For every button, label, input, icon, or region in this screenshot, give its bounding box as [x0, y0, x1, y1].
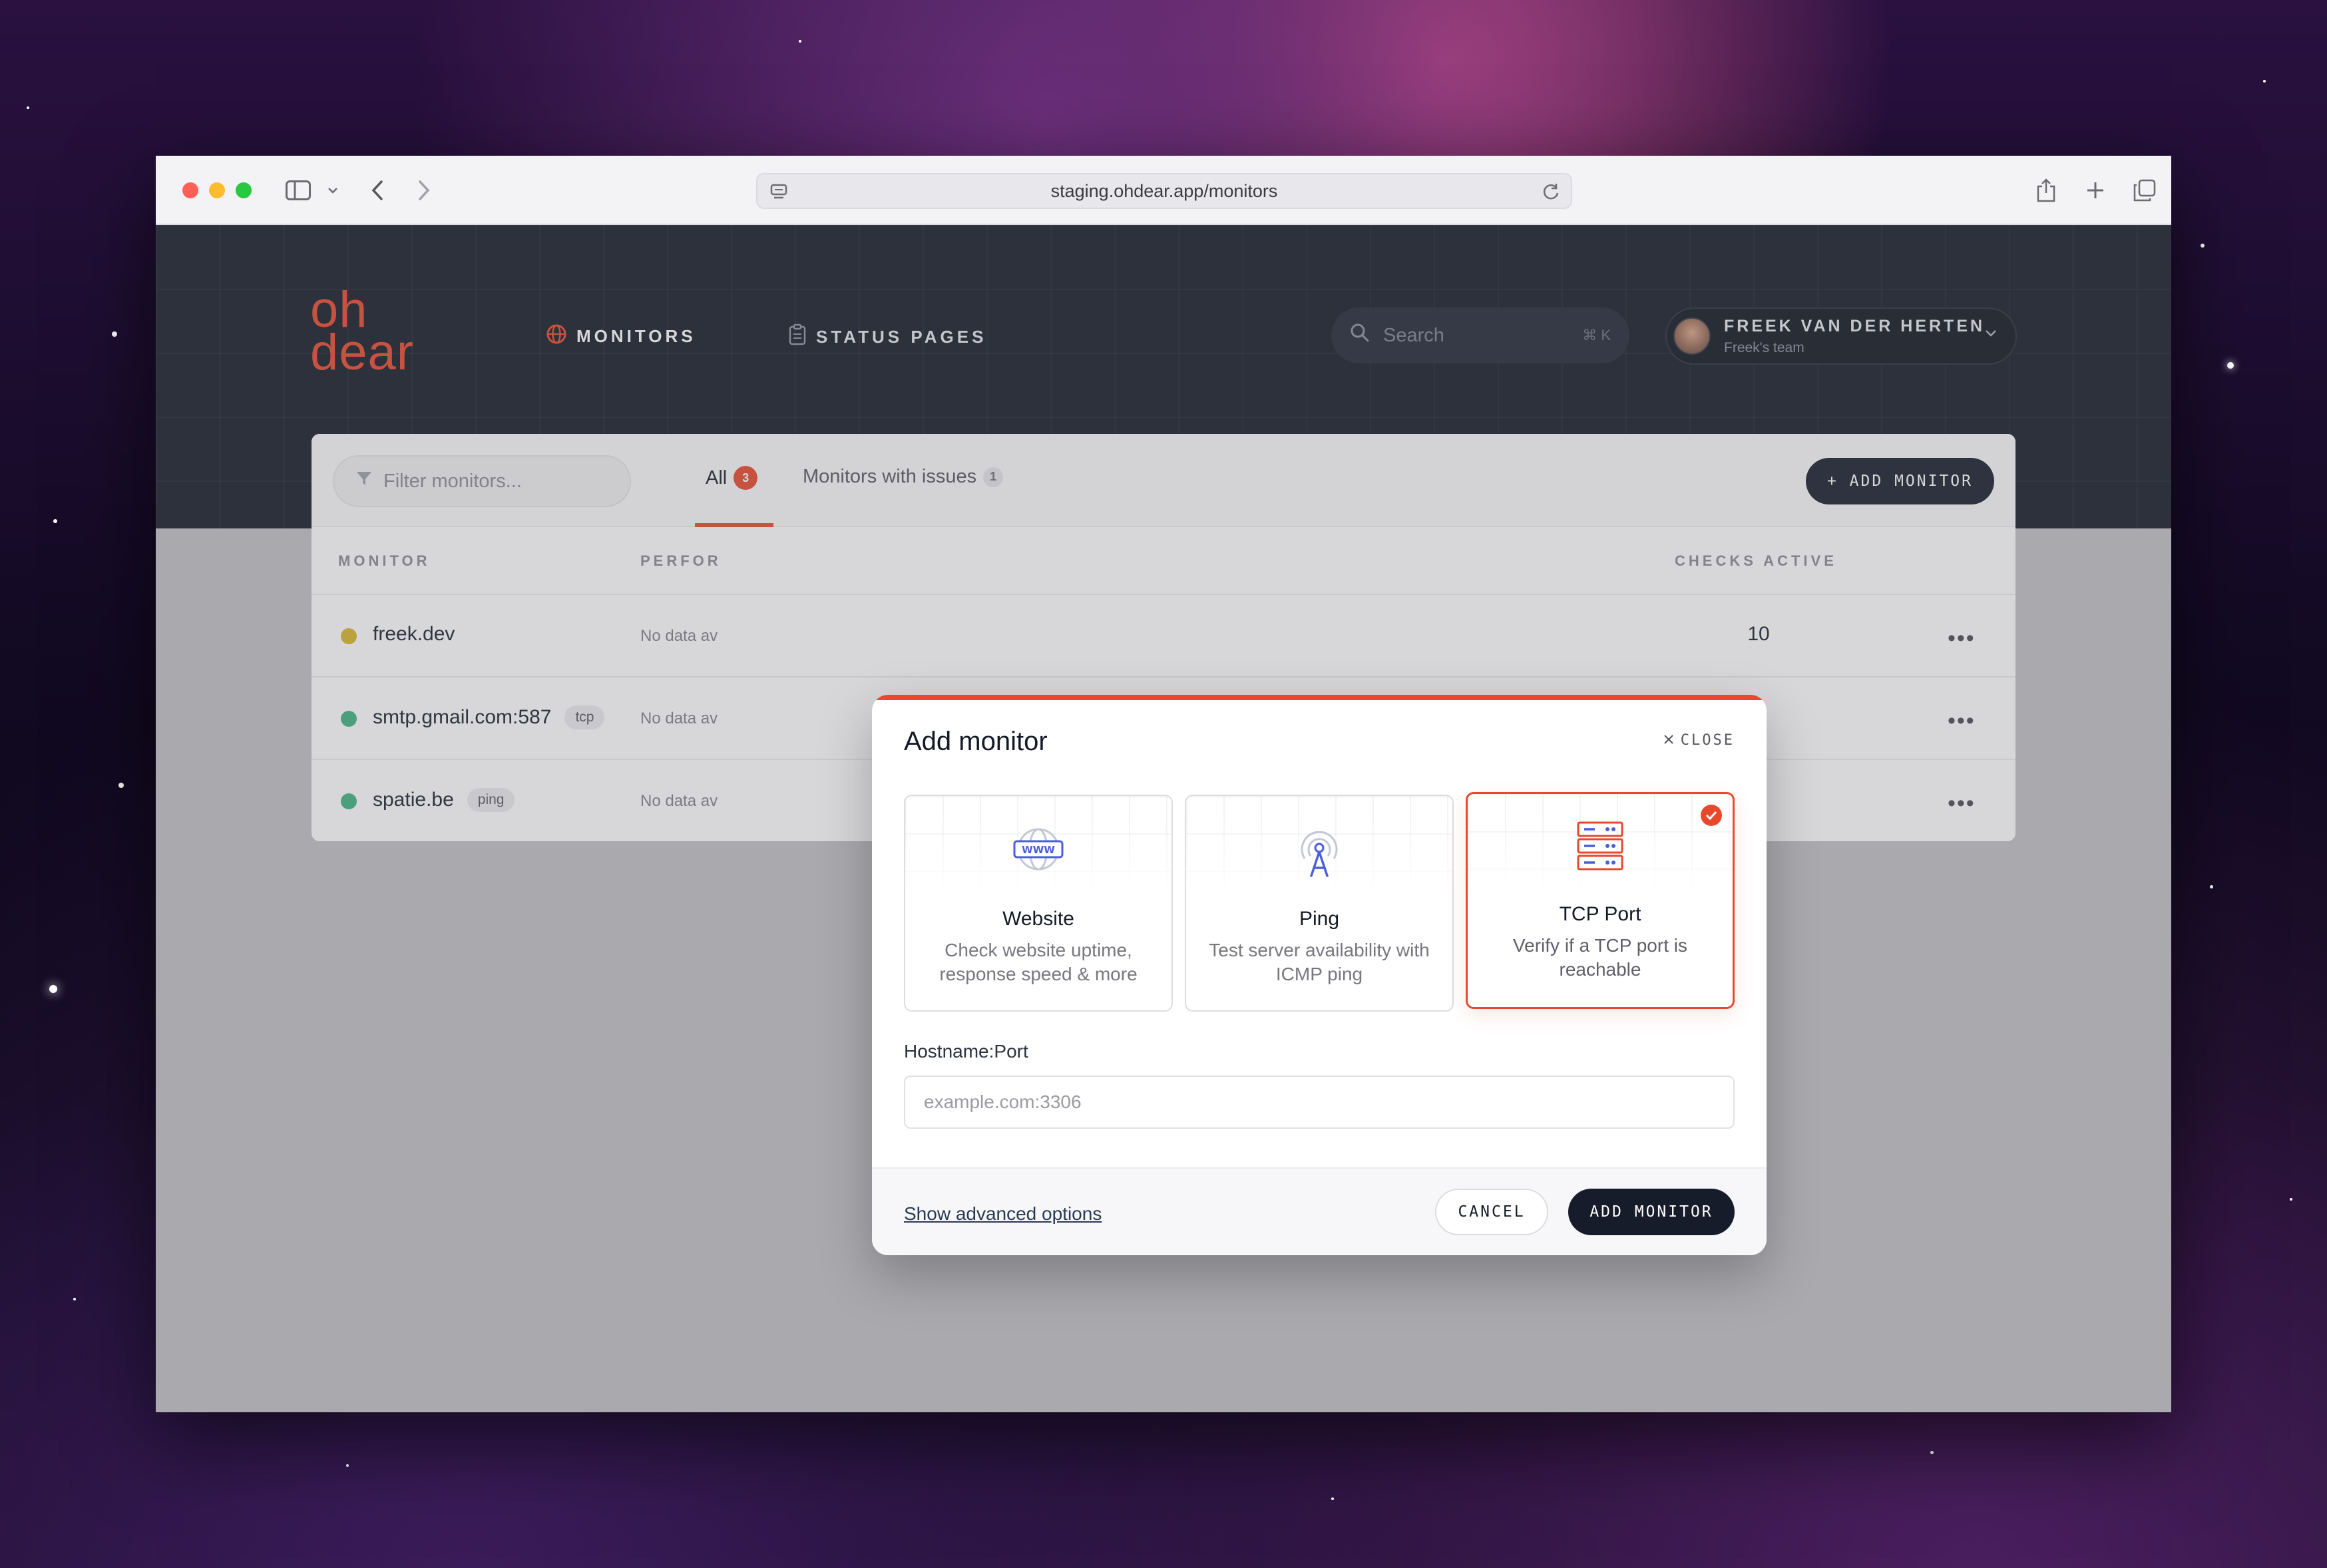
modal-title: Add monitor [904, 727, 1048, 756]
modal-accent-bar [872, 695, 1767, 700]
option-ping-title: Ping [1299, 908, 1340, 930]
show-advanced-options-link[interactable]: Show advanced options [904, 1203, 1102, 1225]
tab-issues-label: Monitors with issues [803, 466, 977, 487]
performance-value: No data av [640, 627, 718, 645]
tab-overview-icon[interactable] [2131, 173, 2158, 208]
monitor-type-tag: ping [467, 788, 515, 812]
nav-monitors-label: MONITORS [576, 326, 696, 346]
search-icon [1350, 323, 1370, 348]
more-options-icon[interactable]: ••• [1948, 791, 1976, 817]
avatar [1673, 317, 1711, 355]
option-tcp-title: TCP Port [1559, 903, 1641, 925]
nav-status-pages-label: STATUS PAGES [816, 327, 987, 347]
hostname-port-input[interactable] [904, 1076, 1735, 1129]
close-window-button[interactable] [182, 182, 198, 198]
server-icon [1576, 821, 1624, 875]
reload-icon[interactable] [1540, 181, 1562, 207]
search-placeholder: Search [1383, 324, 1444, 346]
share-icon[interactable] [2033, 173, 2059, 208]
www-icon: WWW [1012, 825, 1065, 877]
column-checks-active[interactable]: CHECKS ACTIVE [1675, 552, 1837, 570]
performance-value: No data av [640, 709, 718, 727]
search-shortcut: ⌘ K [1582, 327, 1611, 343]
nav-status-pages[interactable]: STATUS PAGES [788, 323, 986, 351]
filter-placeholder: Filter monitors... [383, 470, 522, 492]
monitor-name[interactable]: smtp.gmail.com:587 [373, 706, 551, 729]
sidebar-toggle-icon[interactable] [284, 173, 313, 208]
submit-add-monitor-button[interactable]: ADD MONITOR [1568, 1189, 1735, 1235]
site-settings-icon[interactable] [769, 182, 788, 206]
logo-line-2: dear [310, 324, 415, 381]
status-dot [341, 793, 357, 809]
filter-icon [355, 470, 373, 492]
modal-footer: Show advanced options CANCEL ADD MONITOR [872, 1167, 1767, 1255]
monitor-name[interactable]: spatie.be [373, 789, 454, 811]
tab-issues-count: 1 [983, 467, 1004, 487]
option-ping-description: Test server availability with ICMP ping [1209, 940, 1430, 984]
active-tab-indicator [695, 523, 773, 527]
tab-all-count: 3 [734, 466, 758, 490]
option-website-description: Check website uptime, response speed & m… [939, 940, 1138, 984]
browser-toolbar: staging.ohdear.app/monitors [156, 156, 2171, 225]
address-bar[interactable]: staging.ohdear.app/monitors [756, 173, 1572, 209]
tab-all[interactable]: All 3 [706, 466, 758, 490]
option-website-title: Website [1002, 908, 1074, 930]
option-tcp-description: Verify if a TCP port is reachable [1513, 935, 1687, 980]
user-menu[interactable]: FREEK VAN DER HERTEN Freek's team [1665, 307, 2017, 365]
add-monitor-modal: Add monitor CLOSE WWW Website Check webs… [872, 695, 1767, 1255]
nav-monitors[interactable]: MONITORS [546, 323, 696, 349]
monitor-type-tag: tcp [564, 705, 605, 729]
filter-input[interactable]: Filter monitors... [333, 455, 631, 507]
forward-icon[interactable] [414, 173, 434, 208]
hostname-port-label: Hostname:Port [904, 1041, 1028, 1062]
back-icon[interactable] [367, 173, 387, 208]
new-tab-icon[interactable] [2082, 173, 2109, 208]
search-box[interactable]: Search ⌘ K [1331, 307, 1629, 363]
ohdear-logo[interactable]: oh dear [310, 285, 415, 381]
monitor-name[interactable]: freek.dev [373, 623, 455, 646]
svg-text:WWW: WWW [1022, 844, 1055, 856]
option-website[interactable]: WWW Website Check website uptime, respon… [904, 795, 1173, 1012]
cancel-button[interactable]: CANCEL [1435, 1189, 1548, 1235]
minimize-window-button[interactable] [209, 182, 225, 198]
url-text: staging.ohdear.app/monitors [1050, 180, 1278, 201]
tab-all-label: All [706, 467, 728, 489]
more-options-icon[interactable]: ••• [1948, 626, 1976, 652]
performance-value: No data av [640, 792, 718, 810]
status-dot [341, 628, 357, 644]
option-ping[interactable]: Ping Test server availability with ICMP … [1185, 795, 1454, 1012]
option-tcp-port[interactable]: TCP Port Verify if a TCP port is reachab… [1466, 792, 1735, 1009]
zoom-window-button[interactable] [236, 182, 252, 198]
table-row[interactable]: freek.dev No data av 10 ••• [312, 594, 2015, 676]
column-monitor[interactable]: MONITOR [338, 552, 430, 570]
close-label: CLOSE [1680, 732, 1735, 749]
card-toolbar: Filter monitors... All 3 Monitors with i… [312, 434, 2015, 527]
selected-check-icon [1701, 805, 1722, 826]
checks-active-count: 10 [1747, 623, 1770, 645]
antenna-icon [1293, 825, 1346, 882]
user-name: FREEK VAN DER HERTEN [1724, 316, 1986, 335]
more-options-icon[interactable]: ••• [1948, 708, 1976, 734]
add-monitor-button[interactable]: + ADD MONITOR [1805, 458, 1994, 504]
clipboard-icon [788, 323, 807, 351]
chevron-down-icon [1985, 329, 1997, 341]
status-dot [341, 711, 357, 727]
user-team: Freek's team [1724, 339, 1804, 355]
close-button[interactable]: CLOSE [1663, 732, 1735, 749]
globe-icon [546, 323, 567, 349]
browser-window: staging.ohdear.app/monitors oh dear MONI… [156, 156, 2171, 1412]
chevron-down-icon[interactable] [326, 173, 339, 208]
tab-monitors-with-issues[interactable]: Monitors with issues 1 [803, 466, 1004, 488]
column-performance[interactable]: PERFOR [640, 552, 722, 570]
close-icon [1663, 732, 1674, 749]
